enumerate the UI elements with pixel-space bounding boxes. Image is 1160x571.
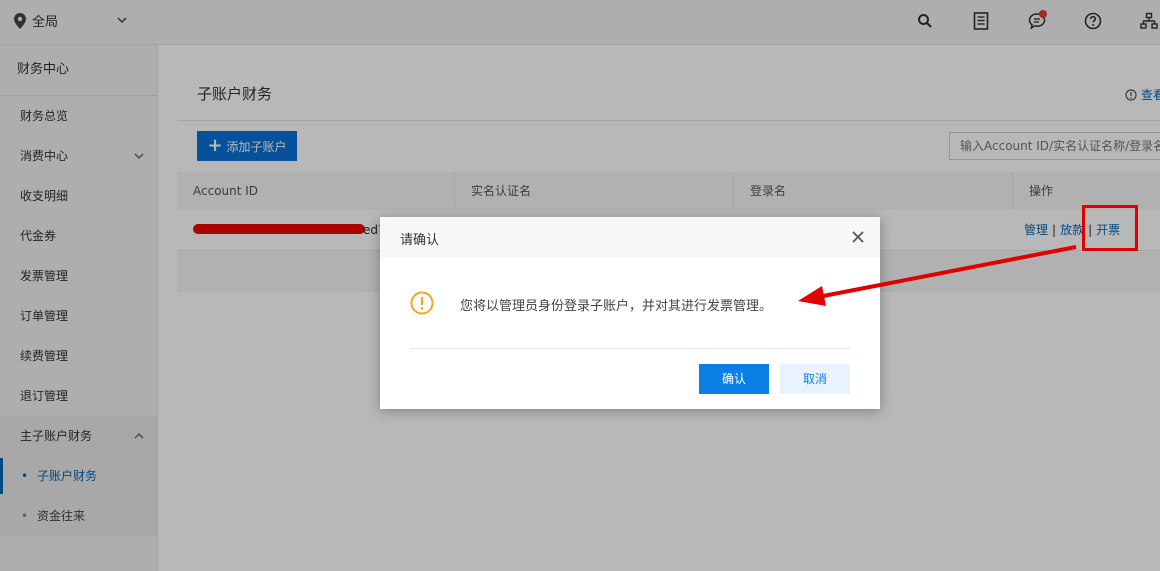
annotation-arrow <box>798 245 1077 306</box>
